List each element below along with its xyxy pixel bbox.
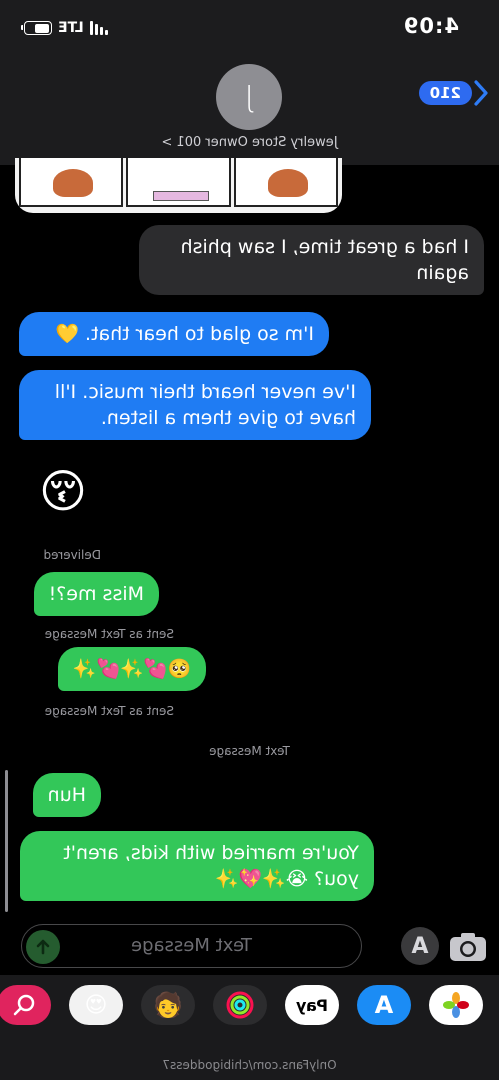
watermark: OnlyFans.com/chibigoddess7 xyxy=(162,1058,337,1072)
battery-icon xyxy=(24,21,52,35)
back-button[interactable]: 210 xyxy=(418,80,489,106)
delivered-label: Delivered xyxy=(43,548,101,562)
messages-screen: 4:09 LTE 210 J Jewelry Store Owner 001 >… xyxy=(0,0,499,1080)
message-bubble[interactable]: I had a great time, I saw phish again xyxy=(139,225,484,295)
service-divider: Text Message xyxy=(209,744,290,758)
contact-name[interactable]: Jewelry Store Owner 001 > xyxy=(0,135,499,150)
send-arrow-icon xyxy=(36,939,50,955)
thread-indicator xyxy=(5,770,8,912)
unread-badge: 210 xyxy=(418,81,472,105)
conversation-header: 4:09 LTE 210 J Jewelry Store Owner 001 > xyxy=(0,0,499,165)
back-chevron-icon xyxy=(474,80,488,106)
sent-as-label: Sent as Text Message xyxy=(44,704,174,718)
apple-pay-icon[interactable]: Pay xyxy=(285,985,339,1025)
activity-icon[interactable] xyxy=(213,985,267,1025)
sent-as-label: Sent as Text Message xyxy=(44,627,174,641)
search-images-icon[interactable] xyxy=(0,985,51,1025)
message-bubble[interactable]: Miss me?! xyxy=(33,572,159,616)
status-bar: 4:09 LTE xyxy=(0,0,499,60)
send-button[interactable] xyxy=(26,930,60,964)
signal-icon xyxy=(89,21,108,35)
app-store-icon[interactable]: A xyxy=(357,985,411,1025)
memoji-stickers-icon[interactable]: 😍 xyxy=(69,985,123,1025)
message-bubble[interactable]: I'm so glad to hear that. 💛 xyxy=(19,312,329,356)
network-label: LTE xyxy=(58,20,84,36)
message-input-placeholder: Text Message xyxy=(130,935,253,956)
avatar[interactable]: J xyxy=(216,64,282,130)
status-indicators: LTE xyxy=(24,20,108,36)
message-bubble[interactable]: Hun xyxy=(32,773,101,817)
message-bubble[interactable]: You're married with kids, aren't you? 😭✨… xyxy=(20,831,374,901)
app-store-icon[interactable]: A xyxy=(401,927,439,965)
memoji-icon[interactable]: 🧑 xyxy=(141,985,195,1025)
image-attachment[interactable] xyxy=(15,158,342,213)
message-input[interactable]: Text Message xyxy=(21,924,362,968)
photos-icon[interactable] xyxy=(429,985,483,1025)
message-bubble[interactable]: 🥺💕✨💕✨ xyxy=(57,647,206,691)
camera-icon[interactable] xyxy=(448,930,488,962)
emoji-message[interactable]: 😚 xyxy=(39,464,87,518)
message-bubble[interactable]: I've never heard their music. I'll have … xyxy=(19,370,371,440)
status-time: 4:09 xyxy=(402,14,459,38)
